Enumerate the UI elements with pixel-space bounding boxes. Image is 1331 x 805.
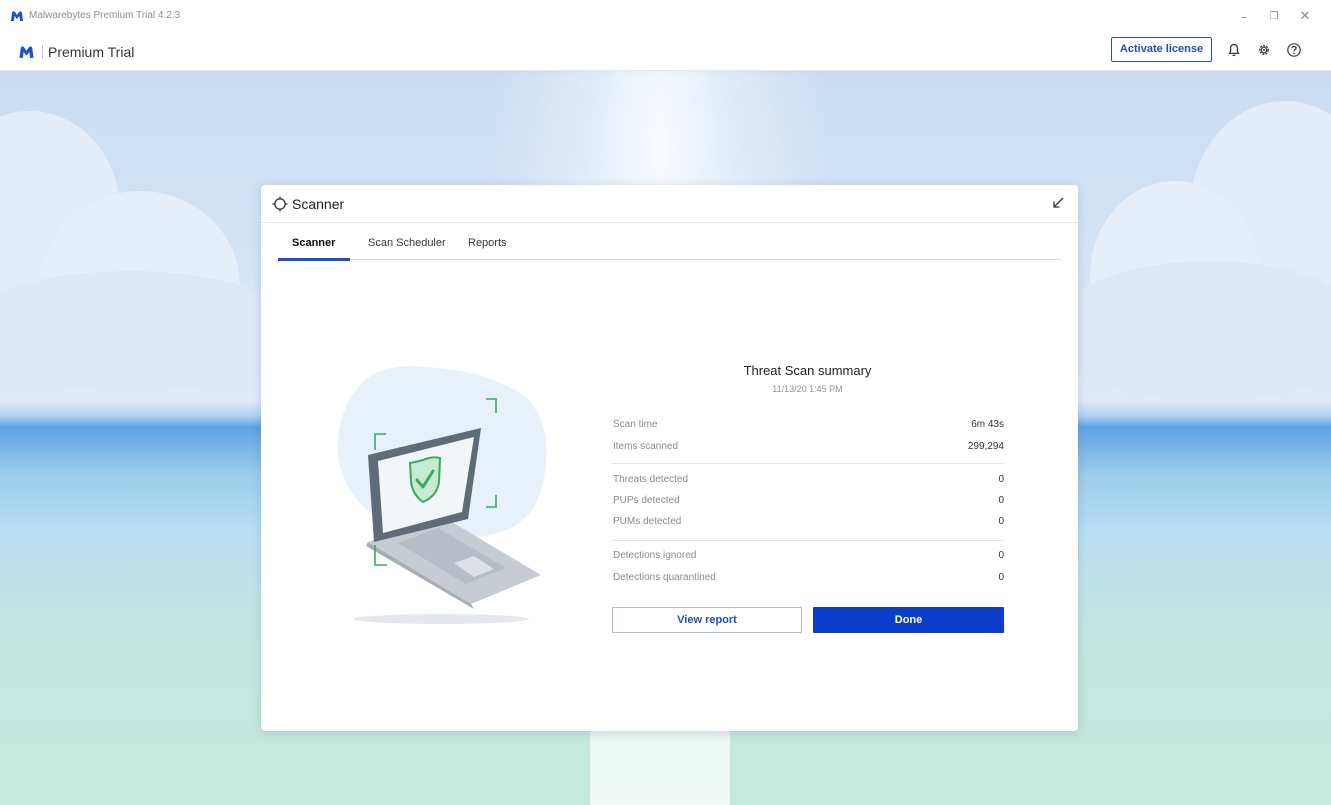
stat-row-detections-quarantined: Detections quarantined 0	[611, 570, 1004, 588]
stat-value: 0	[998, 516, 1004, 527]
bell-icon[interactable]	[1226, 42, 1242, 58]
card-header: Scanner	[261, 185, 1078, 223]
stat-label: PUMs detected	[613, 516, 682, 527]
stat-value: 0	[998, 550, 1004, 561]
activate-license-button[interactable]: Activate license	[1111, 37, 1212, 62]
stat-row-pups-detected: PUPs detected 0	[611, 493, 1004, 511]
tab-scanner[interactable]: Scanner	[278, 237, 350, 261]
cloud	[0, 271, 300, 391]
stat-value: 0	[998, 474, 1004, 485]
stat-label: PUPs detected	[613, 495, 680, 506]
help-icon[interactable]	[1286, 42, 1302, 58]
stat-row-pums-detected: PUMs detected 0	[611, 514, 1004, 532]
summary-title: Threat Scan summary	[743, 363, 872, 378]
stat-value: 6m 43s	[971, 419, 1004, 430]
maximize-button[interactable]: ❐	[1264, 8, 1284, 26]
brand-separator	[42, 45, 43, 59]
close-button[interactable]: ✕	[1295, 8, 1315, 26]
window-title: Malwarebytes Premium Trial 4.2.3	[29, 10, 181, 21]
stat-label: Scan time	[613, 419, 658, 430]
stat-value: 299,294	[967, 441, 1004, 452]
malwarebytes-logo-icon	[11, 11, 23, 21]
scanner-card: Scanner Scanner Scan Scheduler Reports T…	[261, 185, 1078, 731]
card-title: Scanner	[292, 196, 345, 212]
tab-active-indicator	[278, 258, 350, 261]
divider	[611, 540, 1004, 541]
stat-value: 0	[998, 495, 1004, 506]
title-bar: Malwarebytes Premium Trial 4.2.3 – ❐ ✕	[0, 0, 1331, 36]
minimize-button[interactable]: –	[1234, 8, 1254, 26]
malwarebytes-logo-icon	[19, 46, 34, 58]
stat-label: Detections ignored	[613, 550, 697, 561]
stat-label: Items scanned	[613, 441, 679, 452]
gear-icon[interactable]	[1256, 42, 1272, 58]
product-name: Premium Trial	[48, 44, 135, 60]
app-header: Premium Trial Activate license	[0, 36, 1331, 71]
tab-label: Scan Scheduler	[368, 237, 446, 249]
laptop-shield-illustration	[337, 366, 547, 624]
tab-bar: Scanner Scan Scheduler Reports	[278, 233, 1061, 261]
stat-row-detections-ignored: Detections ignored 0	[611, 548, 1004, 566]
tab-label: Scanner	[292, 237, 336, 249]
view-report-button[interactable]: View report	[612, 607, 802, 633]
stat-label: Threats detected	[613, 474, 689, 485]
tab-scan-scheduler[interactable]: Scan Scheduler	[368, 237, 446, 260]
divider	[611, 463, 1004, 464]
collapse-icon[interactable]	[1052, 197, 1064, 209]
tab-reports[interactable]: Reports	[468, 237, 507, 260]
stat-row-threats-detected: Threats detected 0	[611, 472, 1004, 490]
summary-date: 11/13/20 1:45 PM	[772, 384, 843, 394]
stat-row-items-scanned: Items scanned 299,294	[611, 439, 1004, 457]
stat-row-scan-time: Scan time 6m 43s	[611, 417, 1004, 435]
done-button[interactable]: Done	[813, 607, 1004, 633]
stat-label: Detections quarantined	[613, 572, 716, 583]
tab-label: Reports	[468, 237, 507, 249]
stat-value: 0	[998, 572, 1004, 583]
crosshair-icon	[272, 196, 288, 212]
